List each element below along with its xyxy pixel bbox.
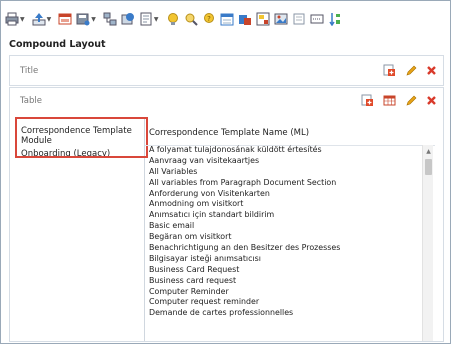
globe-button[interactable] [120, 10, 136, 28]
add-icon [383, 64, 395, 76]
template-name-item[interactable]: Benachrichtigung an den Besitzer des Pro… [149, 243, 419, 254]
template-icon [256, 12, 269, 26]
preview-button[interactable] [291, 10, 307, 28]
add-icon [361, 94, 373, 106]
template-name-item[interactable]: Anforderung von Visitenkarten [149, 189, 419, 200]
template-name-item[interactable]: Bilgisayar isteği anımsatıcısı [149, 254, 419, 265]
delete-icon [427, 66, 436, 75]
selection-highlight [15, 117, 148, 158]
table-panel-label: Table [20, 96, 42, 106]
upload-button[interactable]: ▼ [31, 10, 56, 28]
template-name-item[interactable]: Business Card Request [149, 265, 419, 276]
image-icon [274, 13, 287, 25]
pencil-icon [406, 95, 417, 106]
print-icon [5, 12, 19, 26]
find-replace-icon [185, 13, 198, 26]
data-icon [238, 15, 251, 25]
scroll-thumb[interactable] [425, 159, 432, 175]
table-icon [383, 95, 396, 106]
template-name-item[interactable]: Anımsatıcı için standart bildirim [149, 210, 419, 221]
vertical-scrollbar[interactable]: ▲ [422, 145, 433, 341]
find-replace-button[interactable] [183, 10, 199, 28]
delete-table-button[interactable] [426, 95, 437, 106]
edit-table-button[interactable] [405, 94, 417, 107]
export-icon [58, 13, 72, 25]
lightbulb-button[interactable] [165, 10, 181, 28]
delete-title-button[interactable] [426, 65, 437, 76]
sort-button[interactable] [327, 10, 343, 28]
compound-layout-window: ▼ ▼ ▼ ▼ ? Compound Layout Title Table Co… [0, 0, 451, 344]
template-name-item[interactable]: Computer Reminder [149, 287, 419, 298]
template-name-item[interactable]: Computer request reminder [149, 297, 419, 308]
table-settings-button[interactable] [383, 94, 396, 107]
delete-icon [427, 96, 436, 105]
help-button[interactable]: ? [201, 10, 217, 28]
template-name-item[interactable]: All Variables [149, 167, 419, 178]
toolbar: ▼ ▼ ▼ ▼ ? [4, 5, 447, 33]
chevron-down-icon: ▼ [20, 15, 25, 23]
preview-icon [293, 13, 304, 25]
network-button[interactable] [102, 10, 118, 28]
svg-text:?: ? [207, 15, 211, 23]
template-name-item[interactable]: Demande de cartes professionnelles [149, 308, 419, 319]
help-icon: ? [203, 13, 214, 23]
calendar-icon [220, 13, 233, 26]
save-as-button[interactable]: ▼ [75, 10, 100, 28]
template-name-item[interactable]: Aanvraag van visitekaartjes [149, 156, 419, 167]
template-name-item[interactable]: All variables from Paragraph Document Se… [149, 178, 419, 189]
template-name-item[interactable]: Basic email [149, 221, 419, 232]
template-name-item[interactable]: Anmodning om visitkort [149, 199, 419, 210]
title-panel-label: Title [20, 66, 39, 76]
network-icon [103, 12, 117, 26]
name-column-header: Correspondence Template Name (ML) [149, 128, 310, 138]
template-name-list: A folyamat tulajdonosának küldött értesí… [149, 145, 419, 319]
code-icon [310, 14, 323, 24]
data-button[interactable] [237, 10, 253, 28]
code-button[interactable] [309, 10, 325, 28]
save-as-icon [76, 13, 90, 26]
template-button[interactable] [255, 10, 271, 28]
template-name-column: Correspondence Template Name (ML) A foly… [145, 118, 435, 341]
add-row-button[interactable] [361, 94, 374, 107]
template-name-item[interactable]: A folyamat tulajdonosának küldött értesí… [149, 145, 419, 156]
lightbulb-icon [167, 13, 178, 25]
add-title-button[interactable] [383, 64, 396, 77]
title-panel: Title [9, 55, 444, 86]
chevron-down-icon: ▼ [46, 15, 52, 23]
edit-title-button[interactable] [405, 64, 417, 77]
template-name-item[interactable]: Business card request [149, 276, 419, 287]
sort-icon [328, 13, 340, 26]
image-button[interactable] [273, 10, 289, 28]
chevron-down-icon: ▼ [153, 15, 159, 23]
scroll-up-arrow-icon[interactable]: ▲ [423, 147, 434, 156]
print-button[interactable]: ▼ [4, 10, 29, 28]
section-title: Compound Layout [9, 39, 106, 50]
chevron-down-icon: ▼ [91, 15, 96, 23]
upload-icon [32, 13, 46, 26]
document-dropdown-icon [140, 12, 152, 26]
template-name-item[interactable]: Begäran om visitkort [149, 232, 419, 243]
globe-icon [121, 13, 134, 25]
calendar-button[interactable] [219, 10, 235, 28]
pencil-icon [406, 65, 417, 76]
export-button[interactable] [57, 10, 73, 28]
document-dropdown-button[interactable]: ▼ [138, 10, 163, 28]
